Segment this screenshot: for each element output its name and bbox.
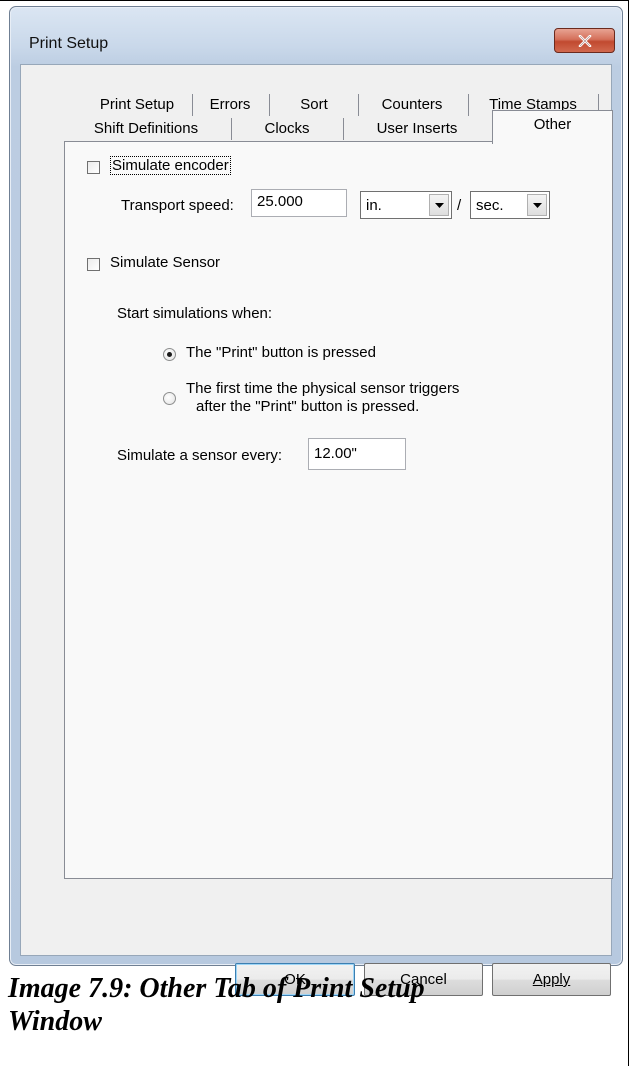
simulate-encoder-label[interactable]: Simulate encoder — [110, 156, 231, 175]
radio-print-pressed[interactable] — [163, 348, 176, 361]
simulate-encoder-text: Simulate encoder — [110, 156, 231, 175]
distance-unit-value: in. — [366, 197, 382, 214]
dialog-client-area: Print Setup Errors Sort Counters Time St… — [20, 64, 613, 996]
transport-speed-label: Transport speed: — [121, 197, 234, 214]
transport-speed-input[interactable]: 25.000 — [251, 189, 347, 217]
tab-counters[interactable]: Counters — [360, 92, 464, 116]
print-setup-window: Print Setup Print Setup Errors Sort Coun… — [9, 6, 623, 996]
radio-physical-sensor-line2: after the "Print" button is pressed. — [196, 398, 420, 415]
start-simulations-label: Start simulations when: — [117, 305, 273, 322]
other-tab-panel: Simulate encoder Transport speed: 25.000… — [64, 141, 613, 879]
transport-speed-value: 25.000 — [257, 193, 303, 210]
window-title: Print Setup — [29, 35, 109, 52]
tab-label: Shift Definitions — [93, 119, 199, 137]
sensor-every-label: Simulate a sensor every: — [117, 447, 283, 464]
chevron-down-icon — [434, 202, 444, 208]
tab-label: Clocks — [264, 119, 310, 137]
tab-other[interactable]: Other — [492, 110, 613, 144]
sensor-every-value: 12.00" — [314, 445, 357, 462]
close-icon — [578, 34, 591, 47]
tab-label: Errors — [209, 95, 251, 113]
tab-errors[interactable]: Errors — [193, 92, 267, 116]
caption-line1: Image 7.9: Other Tab of Print Setup — [8, 973, 425, 1004]
close-button[interactable] — [554, 28, 615, 53]
radio-physical-sensor-line1: The first time the physical sensor trigg… — [186, 380, 460, 397]
distance-unit-select[interactable]: in. — [360, 191, 452, 219]
distance-unit-dropdown-button[interactable] — [429, 194, 449, 216]
tab-divider — [358, 94, 359, 116]
time-unit-dropdown-button[interactable] — [527, 194, 547, 216]
tab-clocks[interactable]: Clocks — [233, 116, 341, 140]
sensor-every-input[interactable]: 12.00" — [308, 438, 406, 470]
figure-caption: Image 7.9: Other Tab of Print Setup Wind… — [8, 972, 588, 1038]
tab-label: Print Setup — [99, 95, 175, 113]
radio-physical-sensor[interactable] — [163, 392, 176, 405]
tab-shift-definitions[interactable]: Shift Definitions — [66, 116, 226, 140]
unit-separator: / — [457, 197, 462, 214]
tab-divider — [269, 94, 270, 116]
tab-divider — [468, 94, 469, 116]
tab-divider — [343, 118, 344, 140]
simulate-sensor-label[interactable]: Simulate Sensor — [110, 254, 220, 271]
simulate-sensor-checkbox[interactable] — [87, 258, 100, 271]
tab-user-inserts[interactable]: User Inserts — [345, 116, 489, 140]
time-unit-select[interactable]: sec. — [470, 191, 550, 219]
tab-sort[interactable]: Sort — [271, 92, 357, 116]
radio-print-pressed-label[interactable]: The "Print" button is pressed — [186, 344, 376, 361]
tab-label: Other — [533, 116, 572, 133]
radio-selected-dot — [167, 352, 172, 357]
chevron-down-icon — [532, 202, 542, 208]
time-unit-value: sec. — [476, 197, 504, 214]
tab-divider — [231, 118, 232, 140]
caption-line2: Window — [8, 1006, 102, 1037]
tab-label: User Inserts — [376, 119, 458, 137]
title-bar: Print Setup — [10, 7, 622, 57]
tab-label: Counters — [381, 95, 443, 113]
tab-label: Sort — [300, 95, 328, 113]
tab-print-setup[interactable]: Print Setup — [83, 92, 191, 116]
simulate-encoder-checkbox[interactable] — [87, 161, 100, 174]
radio-physical-sensor-label[interactable]: The first time the physical sensor trigg… — [186, 380, 459, 416]
